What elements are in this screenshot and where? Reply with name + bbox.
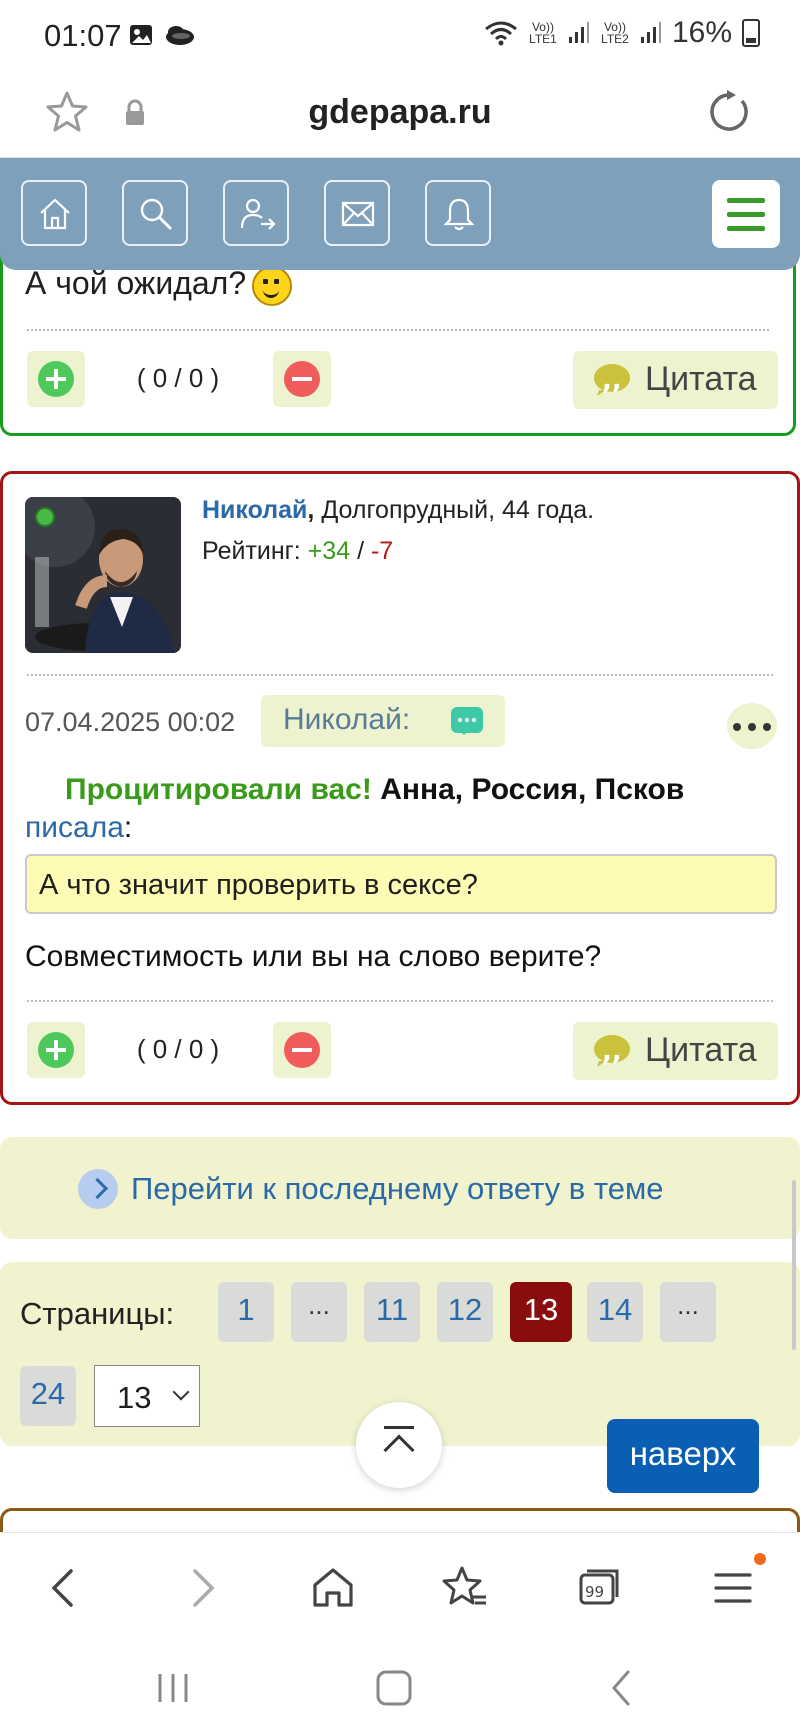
rating-plus: +34: [307, 537, 351, 565]
divider: [27, 1000, 773, 1002]
scrollbar[interactable]: [792, 1180, 796, 1350]
user-info: Долгопрудный, 44 года.: [321, 496, 595, 524]
notification-dot: [754, 1553, 766, 1565]
plus-icon: [38, 1032, 74, 1068]
weather-icon: [166, 26, 194, 45]
sim1-label: Vo)) LTE1: [529, 20, 557, 46]
battery-percent: 16%: [671, 16, 732, 49]
online-status-icon: [35, 507, 55, 527]
post-date: 07.04.2025 00:02: [25, 707, 236, 737]
cited-link[interactable]: писала: [25, 811, 124, 844]
page-current: 13: [510, 1282, 572, 1342]
avatar[interactable]: [25, 497, 181, 653]
plus-icon: [38, 361, 74, 397]
search-icon: [140, 198, 173, 231]
user-rating: Рейтинг: +34 / -7: [202, 537, 394, 565]
signal-icon: [568, 22, 589, 43]
sim2-label: Vo)) LTE2: [601, 20, 629, 46]
minus-icon: [284, 1032, 320, 1068]
browser-url-bar: gdepapa.ru: [0, 75, 800, 158]
signal-icon: [640, 22, 661, 43]
pagination-label: Страницы:: [20, 1296, 175, 1331]
quote-button[interactable]: ,, Цитата: [573, 351, 778, 409]
notifications-button[interactable]: [425, 180, 491, 246]
divider: [27, 329, 769, 331]
system-nav-bar: [0, 1640, 800, 1733]
page-ellipsis: ...: [660, 1282, 716, 1342]
chat-bubble-icon: [451, 707, 483, 735]
page-link[interactable]: 11: [364, 1282, 420, 1342]
quote-label: Цитата: [645, 1031, 757, 1069]
divider: [27, 674, 773, 676]
home-button[interactable]: [21, 180, 87, 246]
image-icon: [130, 25, 152, 45]
more-options-button[interactable]: [727, 703, 777, 749]
vote-plus-button[interactable]: [27, 351, 85, 407]
scroll-up-fab[interactable]: [356, 1402, 442, 1488]
goto-last-reply-link[interactable]: Перейти к последнему ответу в теме: [0, 1137, 800, 1239]
vote-minus-button[interactable]: [273, 1022, 331, 1078]
svg-text:99: 99: [585, 1583, 604, 1601]
quote-label: Цитата: [645, 360, 757, 398]
svg-text:,,: ,,: [602, 366, 622, 396]
recents-icon[interactable]: [150, 1670, 196, 1706]
logout-icon: [240, 198, 276, 230]
bell-icon: [443, 198, 475, 231]
back-icon[interactable]: [604, 1668, 638, 1708]
page-ellipsis: ...: [291, 1282, 347, 1342]
search-button[interactable]: [122, 180, 188, 246]
vote-minus-button[interactable]: [273, 351, 331, 407]
page-link[interactable]: 1: [218, 1282, 274, 1342]
mail-icon: [341, 201, 375, 227]
bookmarks-icon[interactable]: [438, 1561, 492, 1615]
post-text: Совместимость или вы на слово верите?: [25, 940, 602, 973]
mail-button[interactable]: [324, 180, 390, 246]
home-icon: [40, 198, 70, 230]
post-text: А чой ожидал?: [25, 265, 247, 301]
user-name-link[interactable]: Николай: [202, 496, 307, 524]
status-bar: 01:07 Vo)) LTE1 Vo)) LTE2 16%: [0, 0, 800, 75]
chevron-right-icon: [78, 1169, 118, 1209]
hamburger-menu-icon[interactable]: [712, 180, 780, 248]
browser-bottom-bar: 99: [0, 1532, 800, 1641]
chevron-down-icon: [172, 1383, 190, 1401]
page-select[interactable]: 13: [94, 1365, 200, 1427]
site-nav-toolbar: [0, 158, 800, 270]
wifi-icon: [485, 21, 517, 46]
smiley-icon: [252, 265, 293, 306]
quote-block: А что значит проверить в сексе?: [25, 854, 777, 914]
rating-minus: -7: [370, 537, 394, 565]
minus-icon: [284, 361, 320, 397]
vote-score: ( 0 / 0 ): [136, 1034, 220, 1064]
menu-icon[interactable]: [706, 1561, 760, 1615]
page-link[interactable]: 14: [587, 1282, 643, 1342]
vote-score: ( 0 / 0 ): [136, 363, 220, 393]
address-user-button[interactable]: Николай:: [261, 695, 505, 747]
reload-icon[interactable]: [706, 89, 752, 135]
post-card: Николай, Долгопрудный, 44 года. Рейтинг:…: [0, 471, 800, 1105]
logout-button[interactable]: [223, 180, 289, 246]
svg-text:,,: ,,: [602, 1037, 622, 1067]
cited-notice: Процитировали вас! Анна, Россия, Псков п…: [25, 773, 685, 844]
page-link[interactable]: 12: [437, 1282, 493, 1342]
tabs-icon[interactable]: 99: [572, 1561, 626, 1615]
quote-icon: ,,: [594, 1035, 630, 1067]
page-link[interactable]: 24: [20, 1366, 76, 1426]
scroll-top-button[interactable]: наверх: [607, 1419, 759, 1493]
battery-icon: [742, 19, 760, 47]
quote-button[interactable]: ,, Цитата: [573, 1022, 778, 1080]
url-domain[interactable]: gdepapa.ru: [0, 93, 800, 132]
home-icon[interactable]: [374, 1668, 414, 1708]
quote-icon: ,,: [594, 364, 630, 396]
vote-plus-button[interactable]: [27, 1022, 85, 1078]
forward-icon[interactable]: [174, 1561, 228, 1615]
clock: 01:07: [44, 18, 122, 53]
cited-author: Анна, Россия, Псков: [380, 773, 685, 806]
home-icon[interactable]: [306, 1561, 360, 1615]
back-icon[interactable]: [38, 1561, 92, 1615]
